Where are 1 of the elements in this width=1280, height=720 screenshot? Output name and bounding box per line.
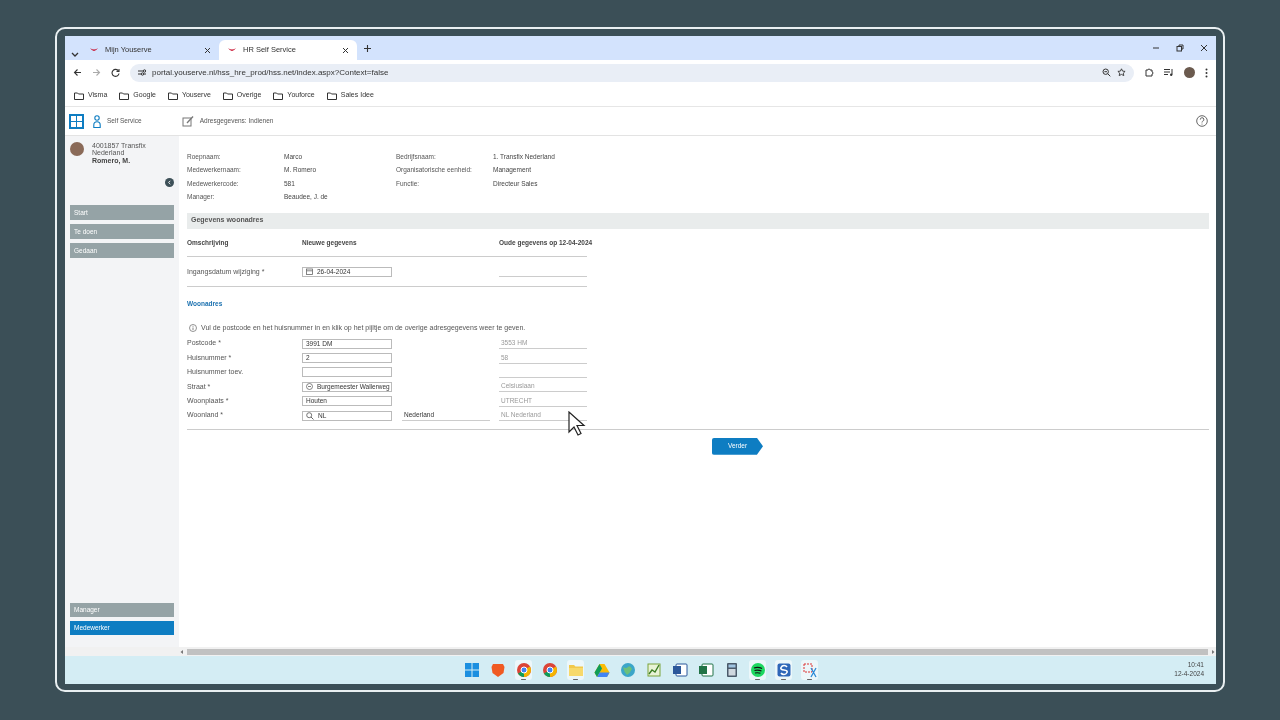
address-bar[interactable]: portal.youserve.nl/hss_hre_prod/hss.net/index.aspx?Context=false <box>130 63 1134 82</box>
